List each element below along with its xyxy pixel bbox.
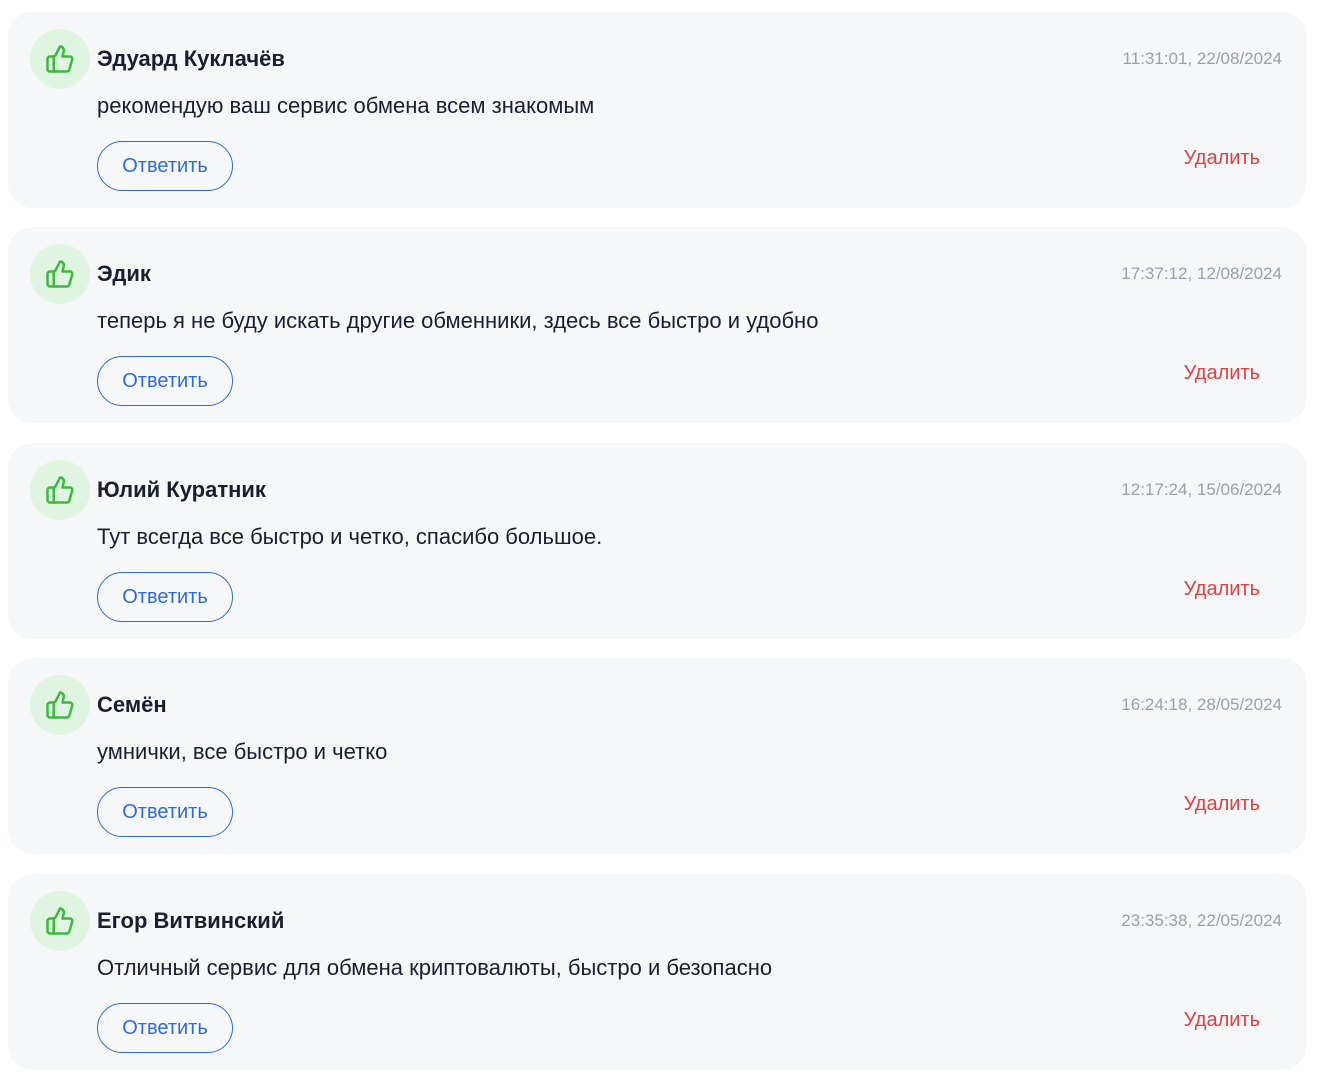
review-card: Егор Витвинский 23:35:38, 22/05/2024 Отл… [8,874,1306,1070]
thumbs-up-icon [46,907,74,935]
review-timestamp: 11:31:01, 22/08/2024 [1122,49,1282,68]
review-card: Юлий Куратник 12:17:24, 15/06/2024 Тут в… [8,443,1306,639]
delete-link[interactable]: Удалить [1184,145,1260,171]
thumbs-up-icon [46,45,74,73]
avatar [30,675,90,735]
review-card: Семён 16:24:18, 28/05/2024 умнички, все … [8,658,1306,854]
review-author: Семён [97,692,167,717]
reply-button[interactable]: Ответить [97,787,233,837]
review-text: теперь я не буду искать другие обменники… [97,308,819,333]
thumbs-up-icon [46,476,74,504]
delete-link[interactable]: Удалить [1184,1007,1260,1033]
review-text: Тут всегда все быстро и четко, спасибо б… [97,524,603,549]
delete-link[interactable]: Удалить [1184,360,1260,386]
avatar [30,244,90,304]
review-author: Эдик [97,261,151,286]
avatar [30,891,90,951]
thumbs-up-icon [46,691,74,719]
review-card: Эдик 17:37:12, 12/08/2024 теперь я не бу… [8,227,1306,423]
review-card: Эдуард Куклачёв 11:31:01, 22/08/2024 рек… [8,12,1306,208]
review-timestamp: 16:24:18, 28/05/2024 [1121,695,1282,714]
review-timestamp: 23:35:38, 22/05/2024 [1121,911,1282,930]
reply-button[interactable]: Ответить [97,356,233,406]
reply-button[interactable]: Ответить [97,141,233,191]
review-timestamp: 17:37:12, 12/08/2024 [1121,264,1282,283]
thumbs-up-icon [46,260,74,288]
review-author: Юлий Куратник [97,477,266,502]
reviews-list: Эдуард Куклачёв 11:31:01, 22/08/2024 рек… [0,0,1323,1081]
reply-button[interactable]: Ответить [97,1003,233,1053]
review-author: Эдуард Куклачёв [97,46,285,71]
review-text: рекомендую ваш сервис обмена всем знаком… [97,93,595,118]
review-author: Егор Витвинский [97,908,285,933]
delete-link[interactable]: Удалить [1184,576,1260,602]
delete-link[interactable]: Удалить [1184,791,1260,817]
avatar [30,29,90,89]
avatar [30,460,90,520]
reply-button[interactable]: Ответить [97,572,233,622]
review-timestamp: 12:17:24, 15/06/2024 [1121,480,1282,499]
review-text: Отличный сервис для обмена криптовалюты,… [97,955,773,980]
review-text: умнички, все быстро и четко [97,739,388,764]
